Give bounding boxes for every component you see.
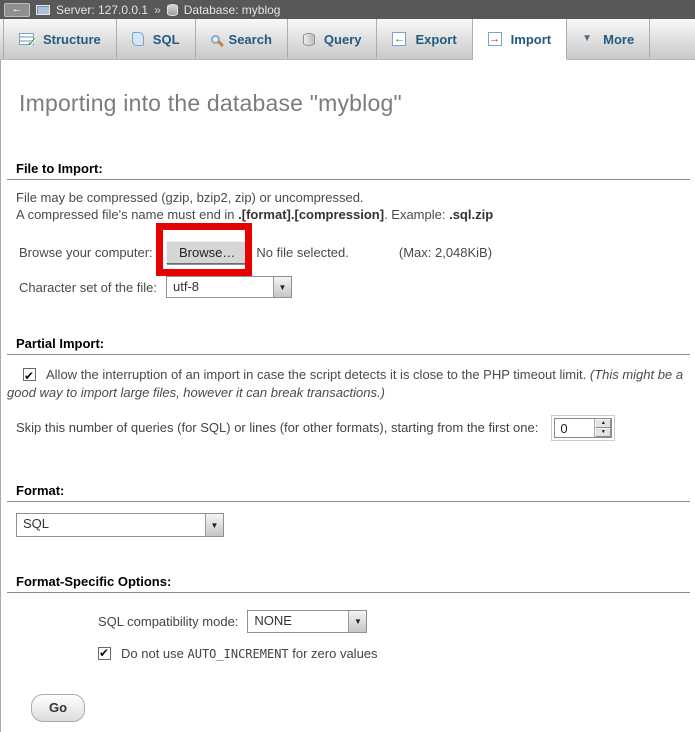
breadcrumb-database[interactable]: Database: myblog xyxy=(184,3,281,17)
tab-label: Import xyxy=(511,32,551,47)
help-line1: File may be compressed (gzip, bzip2, zip… xyxy=(16,190,364,205)
import-icon xyxy=(488,32,502,46)
tab-label: SQL xyxy=(153,32,180,47)
server-icon xyxy=(36,5,50,15)
tab-label: Export xyxy=(415,32,456,47)
browse-file-row: Browse your computer: Browse… No file se… xyxy=(7,239,690,266)
format-select[interactable]: SQL xyxy=(16,513,224,537)
help-line2-mid: . Example: xyxy=(384,207,449,222)
export-icon xyxy=(392,32,406,46)
chevron-down-icon[interactable] xyxy=(348,611,366,632)
stepper-up-icon[interactable] xyxy=(595,419,611,428)
tab-structure[interactable]: Structure xyxy=(3,19,117,59)
browse-label: Browse your computer: xyxy=(19,245,166,260)
query-icon xyxy=(303,33,315,46)
help-example: .sql.zip xyxy=(449,207,493,222)
page-title: Importing into the database "myblog" xyxy=(19,90,695,117)
compression-help-text: File may be compressed (gzip, bzip2, zip… xyxy=(7,189,690,223)
tab-sql[interactable]: SQL xyxy=(117,19,196,59)
tab-search[interactable]: Search xyxy=(196,19,288,59)
help-format-pattern: .[format].[compression] xyxy=(238,207,384,222)
allow-interruption-checkbox[interactable] xyxy=(23,368,36,381)
zero-values-checkbox[interactable] xyxy=(98,647,111,660)
structure-icon xyxy=(19,33,34,45)
go-button[interactable]: Go xyxy=(31,694,85,722)
search-icon xyxy=(211,35,220,44)
database-icon xyxy=(167,4,178,16)
format-selected-value: SQL xyxy=(17,514,205,536)
allow-interruption-label: Allow the interruption of an import in c… xyxy=(46,367,590,382)
file-to-import-section: File to Import: File may be compressed (… xyxy=(7,159,690,298)
charset-label: Character set of the file: xyxy=(19,280,166,295)
skip-queries-row: Skip this number of queries (for SQL) or… xyxy=(7,414,690,441)
chevron-down-icon[interactable] xyxy=(205,514,223,536)
charset-select[interactable]: utf-8 xyxy=(166,276,292,298)
breadcrumb-bar: ← Server: 127.0.0.1 » Database: myblog xyxy=(0,0,695,19)
zero-values-suffix: for zero values xyxy=(289,646,378,661)
allow-interruption-row: Allow the interruption of an import in c… xyxy=(7,366,690,402)
browse-button[interactable]: Browse… xyxy=(166,241,248,264)
back-arrow-button[interactable]: ← xyxy=(4,3,30,17)
tab-import[interactable]: Import xyxy=(473,19,567,60)
format-options-section: Format-Specific Options: SQL compatibili… xyxy=(7,572,690,661)
breadcrumb-server[interactable]: Server: 127.0.0.1 xyxy=(56,3,148,17)
skip-queries-label: Skip this number of queries (for SQL) or… xyxy=(16,420,538,435)
zero-values-prefix: Do not use xyxy=(121,646,188,661)
tab-label: Structure xyxy=(43,32,101,47)
charset-selected-value: utf-8 xyxy=(167,277,273,297)
max-upload-size-text: (Max: 2,048KiB) xyxy=(399,245,492,260)
skip-queries-value: 0 xyxy=(555,419,594,437)
tab-more[interactable]: More xyxy=(567,19,650,59)
tab-export[interactable]: Export xyxy=(377,19,472,59)
zero-values-keyword: AUTO_INCREMENT xyxy=(188,647,289,661)
skip-queries-input[interactable]: 0 xyxy=(554,418,612,438)
sql-compat-label: SQL compatibility mode: xyxy=(98,614,238,629)
tab-bar-filler xyxy=(650,19,695,59)
no-file-selected-text: No file selected. xyxy=(256,245,349,260)
sql-compat-selected-value: NONE xyxy=(248,611,348,632)
file-to-import-heading: File to Import: xyxy=(7,159,690,180)
format-section: Format: SQL xyxy=(7,481,690,537)
submit-row: Go xyxy=(31,694,695,722)
stepper-down-icon[interactable] xyxy=(595,428,611,437)
tab-label: Query xyxy=(324,32,362,47)
charset-row: Character set of the file: utf-8 xyxy=(7,276,690,298)
breadcrumb-separator: » xyxy=(154,3,161,17)
partial-import-heading: Partial Import: xyxy=(7,334,690,355)
sql-compat-row: SQL compatibility mode: NONE xyxy=(7,610,690,633)
sql-compat-select[interactable]: NONE xyxy=(247,610,367,633)
tab-query[interactable]: Query xyxy=(288,19,378,59)
skip-queries-stepper xyxy=(594,419,611,437)
chevron-down-icon xyxy=(582,33,594,45)
tab-label: Search xyxy=(229,32,272,47)
help-line2-prefix: A compressed file's name must end in xyxy=(16,207,238,222)
tab-label: More xyxy=(603,32,634,47)
tab-bar: Structure SQL Search Query Export Import… xyxy=(0,19,695,60)
main-content: Importing into the database "myblog" Fil… xyxy=(0,60,695,732)
chevron-down-icon[interactable] xyxy=(273,277,291,297)
skip-queries-input-wrap: 0 xyxy=(551,415,615,441)
format-options-heading: Format-Specific Options: xyxy=(7,572,690,593)
zero-values-row: Do not use AUTO_INCREMENT for zero value… xyxy=(7,646,690,661)
format-heading: Format: xyxy=(7,481,690,502)
partial-import-section: Partial Import: Allow the interruption o… xyxy=(7,334,690,441)
sql-icon xyxy=(132,32,144,46)
zero-values-label: Do not use AUTO_INCREMENT for zero value… xyxy=(121,646,378,661)
